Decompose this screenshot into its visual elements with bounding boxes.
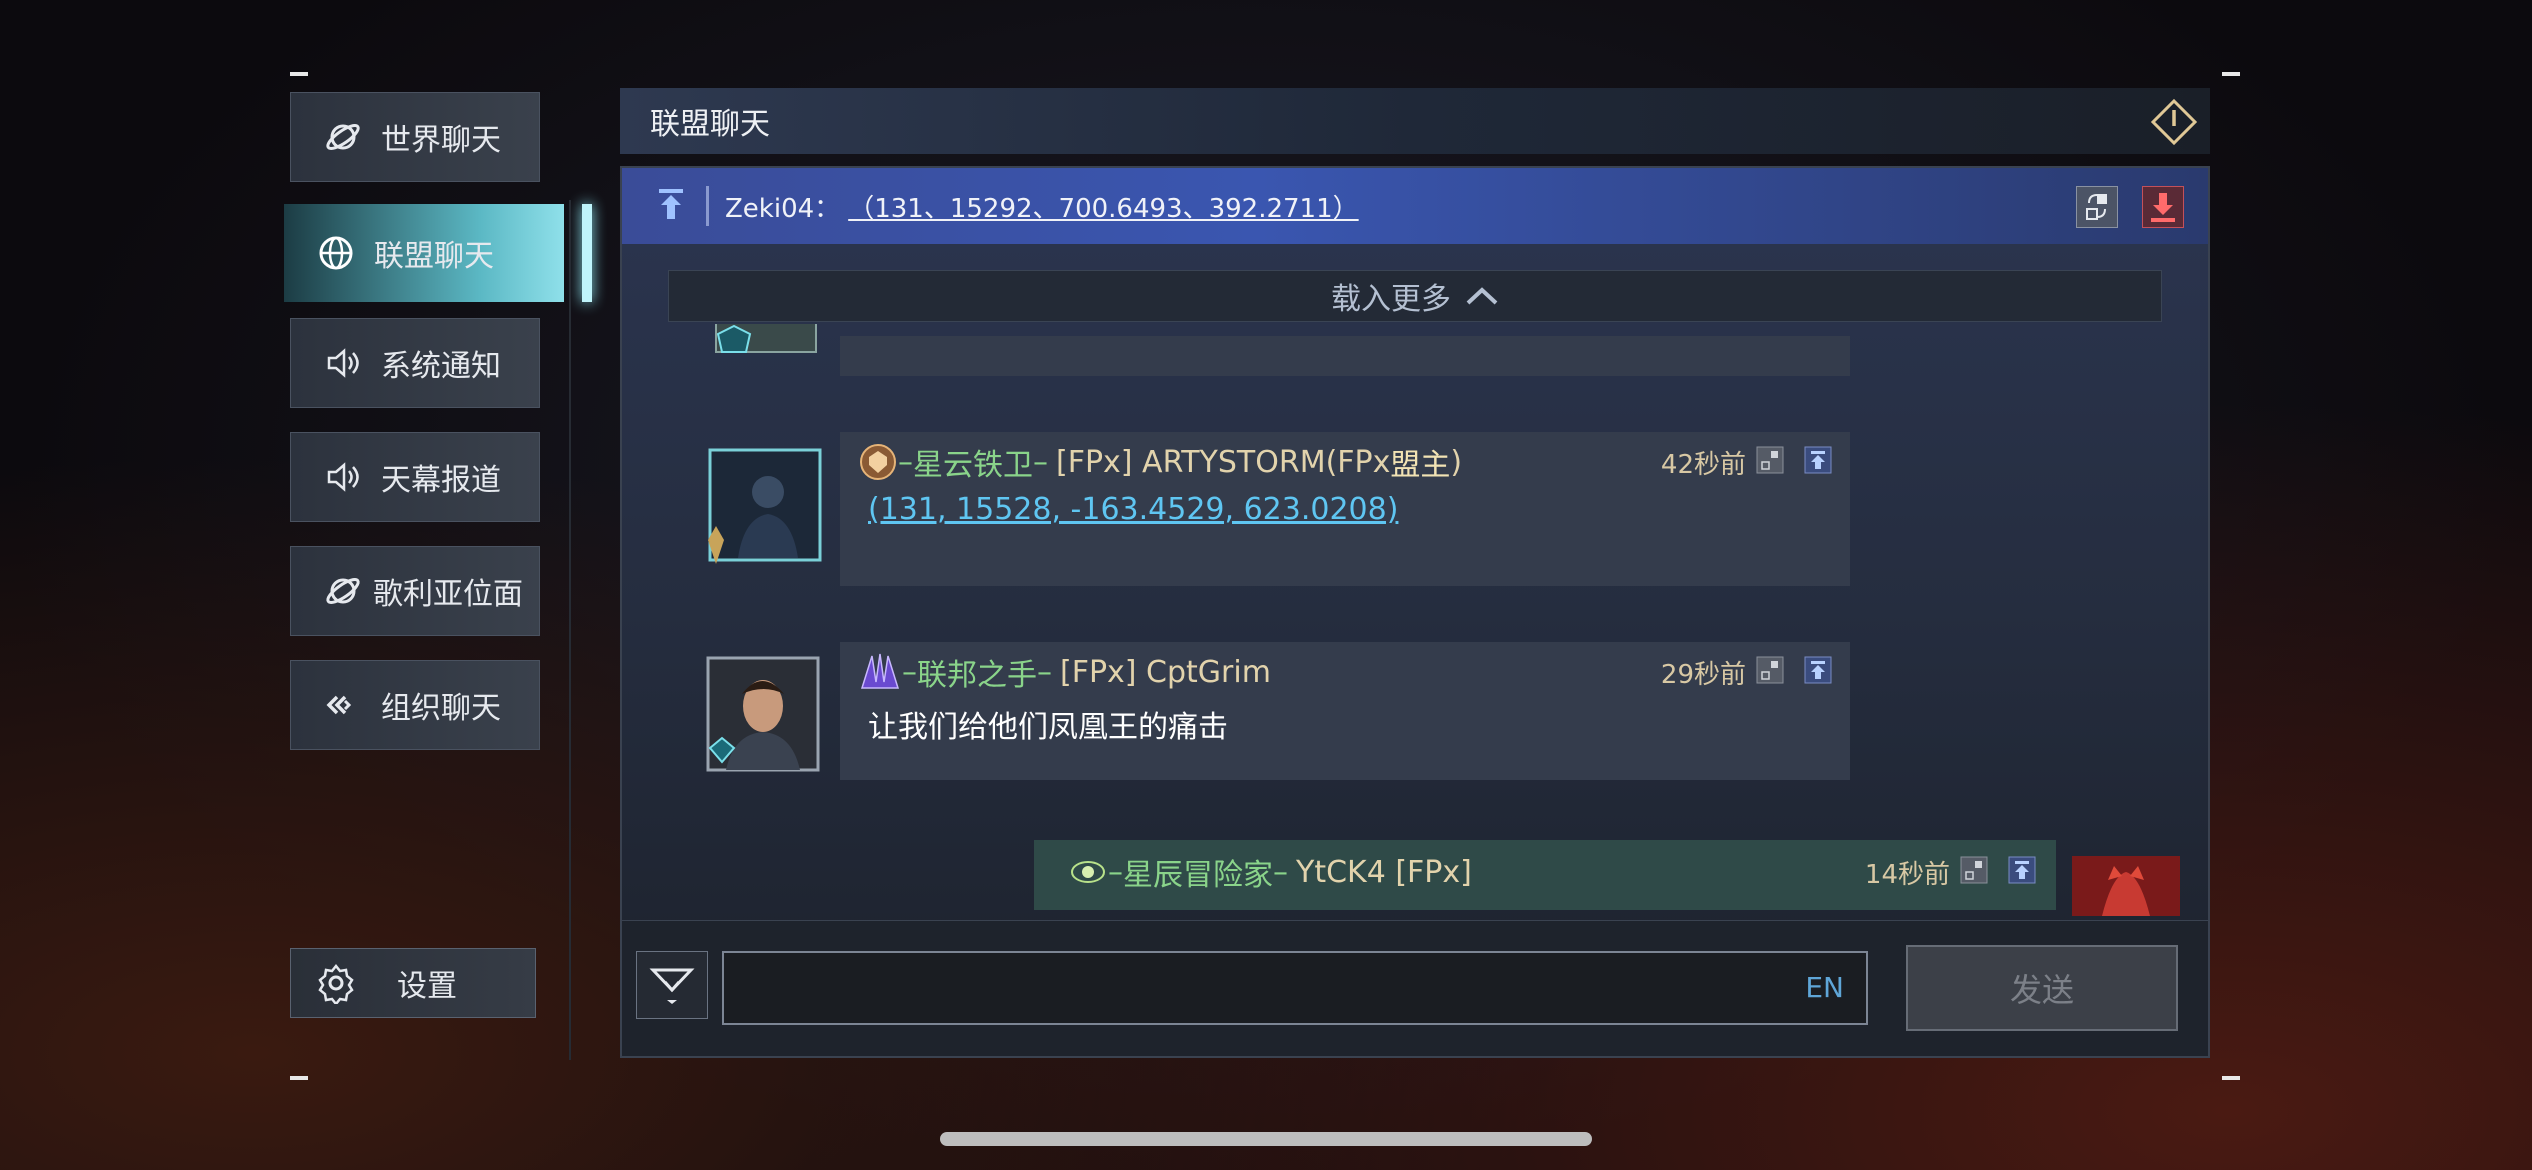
link-icon — [313, 685, 373, 725]
title-separator: – — [1273, 854, 1288, 890]
timestamp: 14秒前 — [1864, 860, 1950, 890]
player-name[interactable]: YtCK4 [FPx] — [1296, 855, 1472, 890]
avatar[interactable] — [2072, 856, 2180, 916]
sidebar-item-label: 联盟聊天 — [374, 239, 494, 274]
player-title: 星辰冒险家 — [1123, 858, 1273, 893]
timestamp: 42秒前 — [1660, 450, 1746, 480]
unpin-collapse-button[interactable] — [2076, 186, 2118, 228]
active-indicator — [582, 204, 592, 302]
title-prefix: – — [898, 444, 913, 480]
translate-icon[interactable] — [1756, 446, 1784, 474]
translate-icon[interactable] — [1756, 656, 1784, 684]
load-more-button[interactable]: 载入更多 — [668, 270, 2162, 322]
list-item: – 星云铁卫 – [FPx] ARTYSTORM(FPx 盟主 ) 42秒前 (… — [840, 432, 1850, 586]
player-name-suffix: ) — [1450, 444, 1463, 480]
download-icon[interactable] — [2142, 186, 2184, 228]
avatar[interactable] — [696, 654, 834, 778]
chat-header: 联盟聊天 — [620, 88, 2210, 154]
page-title: 联盟聊天 — [650, 107, 770, 142]
corner-mark — [2222, 72, 2240, 76]
leader-badge: 盟主 — [1390, 448, 1451, 483]
send-label: 发送 — [2009, 971, 2074, 1009]
sidebar-item-system-notice[interactable]: 系统通知 — [290, 318, 540, 408]
sidebar-item-org-chat[interactable]: 组织聊天 — [290, 660, 540, 750]
corner-mark — [2222, 1076, 2240, 1080]
sidebar-item-label: 组织聊天 — [381, 691, 501, 726]
sidebar-item-goliath-plane[interactable]: 歌利亚位面 — [290, 546, 540, 636]
avatar[interactable] — [702, 446, 826, 570]
coordinates-link[interactable]: (131, 15528, -163.4529, 623.0208) — [868, 492, 1398, 527]
timestamp: 29秒前 — [1660, 660, 1746, 690]
send-button[interactable]: 发送 — [1906, 945, 2178, 1031]
planet-icon — [313, 571, 373, 611]
title-prefix: – — [1108, 854, 1123, 890]
planet-icon — [313, 117, 373, 157]
sidebar-item-label: 歌利亚位面 — [373, 577, 523, 612]
pinned-coordinates-link[interactable]: （131、15292、700.6493、392.2711） — [848, 188, 1358, 225]
rank-badge-icon — [858, 442, 898, 482]
title-prefix: – — [902, 654, 917, 690]
message-header: – 星云铁卫 – [FPx] ARTYSTORM(FPx 盟主 ) — [858, 440, 1462, 484]
language-toggle[interactable]: EN — [1805, 971, 1844, 1004]
pinned-sender: Zeki04： — [725, 193, 841, 224]
corner-mark — [290, 72, 308, 76]
message-header: – 星辰冒险家 – YtCK4 [FPx] — [1068, 850, 1472, 894]
avatar[interactable] — [708, 324, 828, 364]
load-more-label: 载入更多 — [1331, 282, 1451, 317]
list-item: – 星辰冒险家 – YtCK4 [FPx] 14秒前 — [1034, 840, 2056, 910]
rank-badge-icon — [1068, 852, 1108, 892]
player-name[interactable]: [FPx] ARTYSTORM(FPx — [1056, 445, 1390, 480]
globe-icon — [306, 233, 366, 273]
player-name[interactable]: [FPx] CptGrim — [1060, 655, 1271, 690]
pin-top-icon[interactable] — [2008, 856, 2036, 888]
sidebar-item-label: 系统通知 — [381, 349, 501, 384]
message-header: – 联邦之手 – [FPx] CptGrim — [858, 650, 1271, 694]
gear-icon — [315, 962, 357, 1004]
chevron-up-icon — [1465, 286, 1499, 306]
player-title: 联邦之手 — [917, 658, 1037, 693]
divider — [706, 186, 709, 226]
sidebar-item-alliance-chat[interactable]: 联盟聊天 — [284, 204, 592, 302]
sidebar-item-world-chat[interactable]: 世界聊天 — [290, 92, 540, 182]
sidebar-item-label: 天幕报道 — [381, 463, 501, 498]
title-separator: – — [1037, 654, 1052, 690]
settings-label: 设置 — [397, 969, 457, 1004]
corner-mark — [290, 1076, 308, 1080]
sidebar-item-label: 世界聊天 — [381, 123, 501, 158]
chat-input[interactable]: EN — [722, 951, 1868, 1025]
pin-top-icon — [656, 187, 686, 225]
message-composer: EN 发送 — [622, 920, 2208, 1056]
list-item — [840, 336, 1850, 376]
translate-icon[interactable] — [1960, 856, 1988, 888]
rank-badge-icon — [858, 652, 902, 692]
title-separator: – — [1033, 444, 1048, 480]
speaker-icon — [313, 343, 373, 383]
message-text: 让我们给他们凤凰王的痛击 — [868, 710, 1228, 745]
sidebar-divider — [569, 200, 571, 1060]
settings-button[interactable]: 设置 — [290, 948, 536, 1018]
list-item: – 联邦之手 – [FPx] CptGrim 29秒前 让我们给他们凤凰王的痛击 — [840, 642, 1850, 780]
player-title: 星云铁卫 — [913, 448, 1033, 483]
exit-icon[interactable] — [2150, 98, 2198, 150]
pin-top-icon[interactable] — [1804, 656, 1832, 684]
pin-top-icon[interactable] — [1804, 446, 1832, 474]
expand-options-button[interactable] — [636, 951, 708, 1019]
pinned-message[interactable]: Zeki04： （131、15292、700.6493、392.2711） — [622, 168, 2208, 244]
sidebar-item-sky-report[interactable]: 天幕报道 — [290, 432, 540, 522]
chat-panel: Zeki04： （131、15292、700.6493、392.2711） 载入… — [620, 166, 2210, 1058]
speaker-icon — [313, 457, 373, 497]
home-indicator[interactable] — [940, 1132, 1592, 1146]
